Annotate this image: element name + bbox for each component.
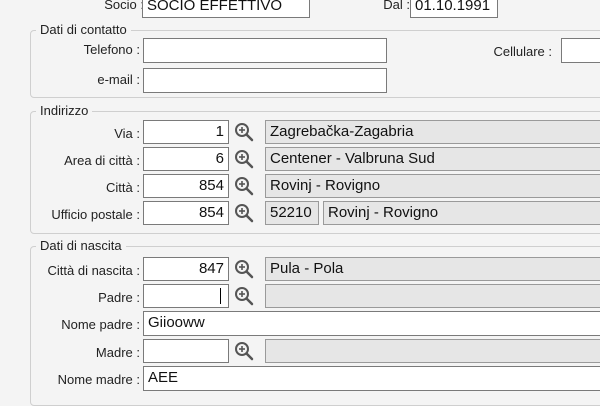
ufficio-zip-field: 52210 [265, 201, 319, 225]
madre-label: Madre : [95, 345, 140, 360]
contact-group-title: Dati di contatto [36, 22, 131, 37]
birth-group-title: Dati di nascita [36, 238, 126, 253]
email-label: e-mail : [97, 72, 140, 87]
ufficio-label: Ufficio postale : [51, 207, 140, 222]
birth-city-code-input[interactable]: 847 [143, 257, 229, 281]
magnifier-plus-icon[interactable] [233, 175, 255, 197]
via-name-field: Zagrebačka-Zagabria [265, 120, 600, 144]
nome-padre-input[interactable]: Giiooww [143, 311, 600, 336]
madre-name-field [265, 339, 600, 363]
area-code-input[interactable]: 6 [143, 147, 229, 171]
padre-name-field [265, 284, 600, 308]
area-label: Area di città : [64, 153, 140, 168]
magnifier-plus-icon[interactable] [233, 148, 255, 170]
nome-madre-label: Nome madre : [57, 372, 140, 387]
magnifier-plus-icon[interactable] [233, 340, 255, 362]
telefono-label: Telefono : [83, 42, 140, 57]
via-label: Via : [114, 126, 140, 141]
citta-label: Città : [106, 180, 140, 195]
telefono-input[interactable] [143, 38, 387, 63]
madre-code-input[interactable] [143, 339, 229, 363]
dal-date-field[interactable]: 01.10.1991 [410, 0, 498, 18]
padre-code-input[interactable] [143, 284, 229, 308]
cellulare-label: Cellulare : [493, 44, 552, 59]
magnifier-plus-icon[interactable] [233, 285, 255, 307]
text-caret [220, 288, 221, 304]
socio-field[interactable]: SOCIO EFFETTIVO [142, 0, 310, 18]
socio-label: Socio : [104, 0, 144, 12]
via-code-input[interactable]: 1 [143, 120, 229, 144]
citta-code-input[interactable]: 854 [143, 174, 229, 198]
ufficio-code-input[interactable]: 854 [143, 201, 229, 225]
address-group-title: Indirizzo [36, 103, 93, 118]
magnifier-plus-icon[interactable] [233, 121, 255, 143]
ufficio-name-field: Rovinj - Rovigno [323, 201, 600, 225]
padre-label: Padre : [98, 290, 140, 305]
birth-city-label: Città di nascita : [47, 263, 141, 278]
area-name-field: Centener - Valbruna Sud [265, 147, 600, 171]
birth-city-name-field: Pula - Pola [265, 257, 600, 281]
citta-name-field: Rovinj - Rovigno [265, 174, 600, 198]
nome-padre-label: Nome padre : [61, 317, 140, 332]
email-input[interactable] [143, 68, 387, 93]
nome-madre-input[interactable]: AEE [143, 366, 600, 391]
cellulare-input[interactable] [561, 38, 600, 63]
magnifier-plus-icon[interactable] [233, 202, 255, 224]
magnifier-plus-icon[interactable] [233, 258, 255, 280]
dal-label: Dal : [383, 0, 410, 12]
